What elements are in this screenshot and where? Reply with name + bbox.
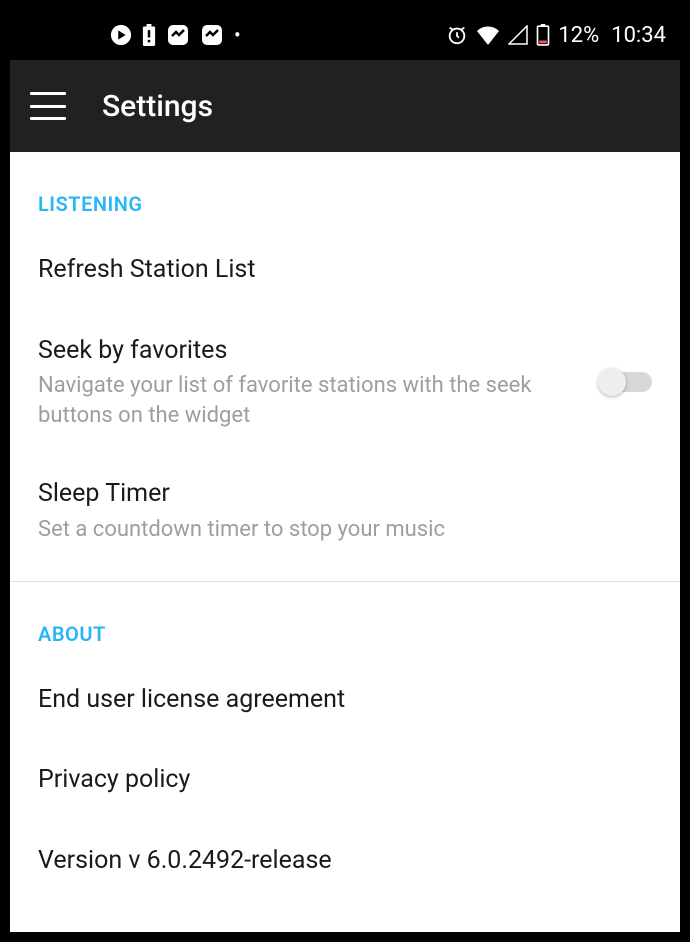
setting-refresh-station-list[interactable]: Refresh Station List xyxy=(10,230,680,311)
setting-version[interactable]: Version v 6.0.2492-release xyxy=(10,821,680,902)
setting-title: End user license agreement xyxy=(38,684,652,717)
messenger-icon xyxy=(166,23,190,47)
section-header-listening: LISTENING xyxy=(10,152,680,230)
setting-subtitle: Set a countdown timer to stop your music xyxy=(38,515,652,545)
setting-eula[interactable]: End user license agreement xyxy=(10,660,680,741)
clock-time: 10:34 xyxy=(611,23,666,48)
app-bar: Settings xyxy=(10,60,680,152)
setting-subtitle: Navigate your list of favorite stations … xyxy=(38,371,580,430)
setting-privacy-policy[interactable]: Privacy policy xyxy=(10,740,680,821)
setting-title: Privacy policy xyxy=(38,764,652,797)
setting-title: Seek by favorites xyxy=(38,335,580,368)
page-title: Settings xyxy=(102,89,213,124)
status-bar: • 12% 10:34 xyxy=(10,10,680,60)
settings-content: LISTENING Refresh Station List Seek by f… xyxy=(10,152,680,932)
alarm-icon xyxy=(446,24,468,46)
battery-low-icon xyxy=(536,24,550,46)
more-dot-icon: • xyxy=(234,23,241,47)
status-indicators: 12% 10:34 xyxy=(446,23,666,48)
wifi-icon xyxy=(476,25,500,45)
setting-seek-by-favorites[interactable]: Seek by favorites Navigate your list of … xyxy=(10,311,680,455)
toggle-seek-favorites[interactable] xyxy=(600,372,652,392)
setting-title: Sleep Timer xyxy=(38,478,652,511)
messenger-icon xyxy=(200,23,224,47)
menu-icon[interactable] xyxy=(30,92,66,120)
section-header-about: ABOUT xyxy=(10,582,680,660)
play-circle-icon xyxy=(110,24,132,46)
signal-icon xyxy=(508,25,528,45)
setting-title: Refresh Station List xyxy=(38,254,652,287)
battery-percent: 12% xyxy=(558,23,599,48)
battery-alert-icon xyxy=(142,24,156,46)
setting-sleep-timer[interactable]: Sleep Timer Set a countdown timer to sto… xyxy=(10,454,680,568)
status-notifications: • xyxy=(110,23,241,47)
setting-title: Version v 6.0.2492-release xyxy=(38,845,652,878)
